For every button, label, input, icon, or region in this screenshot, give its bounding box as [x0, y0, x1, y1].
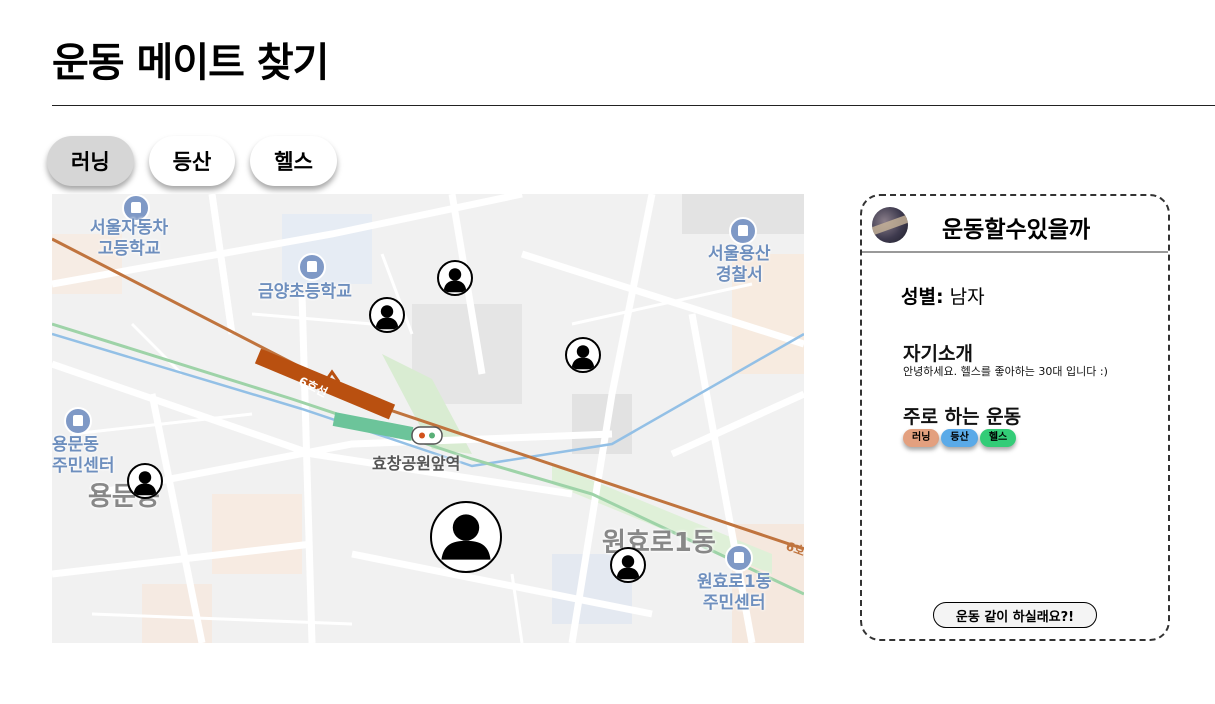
- community-pin-icon: [64, 407, 92, 435]
- profile-username: 운동할수있을까: [942, 217, 1091, 243]
- community-pin-icon: [725, 544, 753, 572]
- tab-running[interactable]: 러닝: [47, 136, 134, 186]
- sports-title: 주로 하는 운동: [903, 406, 1022, 428]
- sport-tabs: 러닝 등산 헬스: [47, 136, 337, 186]
- user-marker[interactable]: [127, 463, 163, 499]
- sport-tag-hiking: 등산: [941, 429, 978, 447]
- gender-label: 성별:: [901, 286, 944, 308]
- school-pin-icon: [298, 253, 326, 281]
- police-pin-icon: [729, 217, 757, 245]
- gender-row: 성별: 남자: [901, 282, 985, 309]
- profile-header: 운동할수있을까: [862, 196, 1168, 253]
- map-label-station: 효창공원앞역: [372, 454, 461, 473]
- map-label-police: 서울용산 경찰서: [708, 244, 771, 285]
- profile-card: 운동할수있을까 성별: 남자 자기소개 안녕하세요. 헬스를 좋아하는 30대 …: [860, 194, 1170, 641]
- intro-title: 자기소개: [903, 343, 973, 365]
- user-marker[interactable]: [565, 337, 601, 373]
- selected-user-marker[interactable]: [430, 501, 502, 573]
- sport-tag-gym: 헬스: [979, 429, 1017, 447]
- tab-hiking[interactable]: 등산: [148, 136, 236, 186]
- invite-button[interactable]: 운동 같이 하실래요?!: [933, 602, 1097, 628]
- map-background: [52, 194, 804, 643]
- map-label-school: 금양초등학교: [258, 282, 352, 302]
- map-label-community: 원효로1동 주민센터: [697, 572, 772, 613]
- sport-tag-running: 러닝: [903, 429, 940, 447]
- avatar: [872, 207, 908, 243]
- user-marker[interactable]: [610, 547, 646, 583]
- map-label-school: 서울자동차 고등학교: [90, 218, 169, 259]
- user-marker[interactable]: [437, 260, 473, 296]
- map-view[interactable]: 서울자동차 고등학교 금양초등학교 서울용산 경찰서 용문동 주민센터 용문동 …: [52, 194, 804, 643]
- sport-tags: 러닝 등산 헬스: [903, 429, 1017, 447]
- title-divider: [52, 105, 1215, 106]
- page-title: 운동 메이트 찾기: [52, 40, 329, 86]
- user-marker[interactable]: [369, 297, 405, 333]
- map-label-community: 용문동 주민센터: [52, 435, 115, 476]
- tab-gym[interactable]: 헬스: [250, 136, 337, 186]
- gender-value: 남자: [949, 286, 985, 308]
- intro-text: 안녕하세요. 헬스를 좋아하는 30대 입니다 :): [903, 365, 1108, 378]
